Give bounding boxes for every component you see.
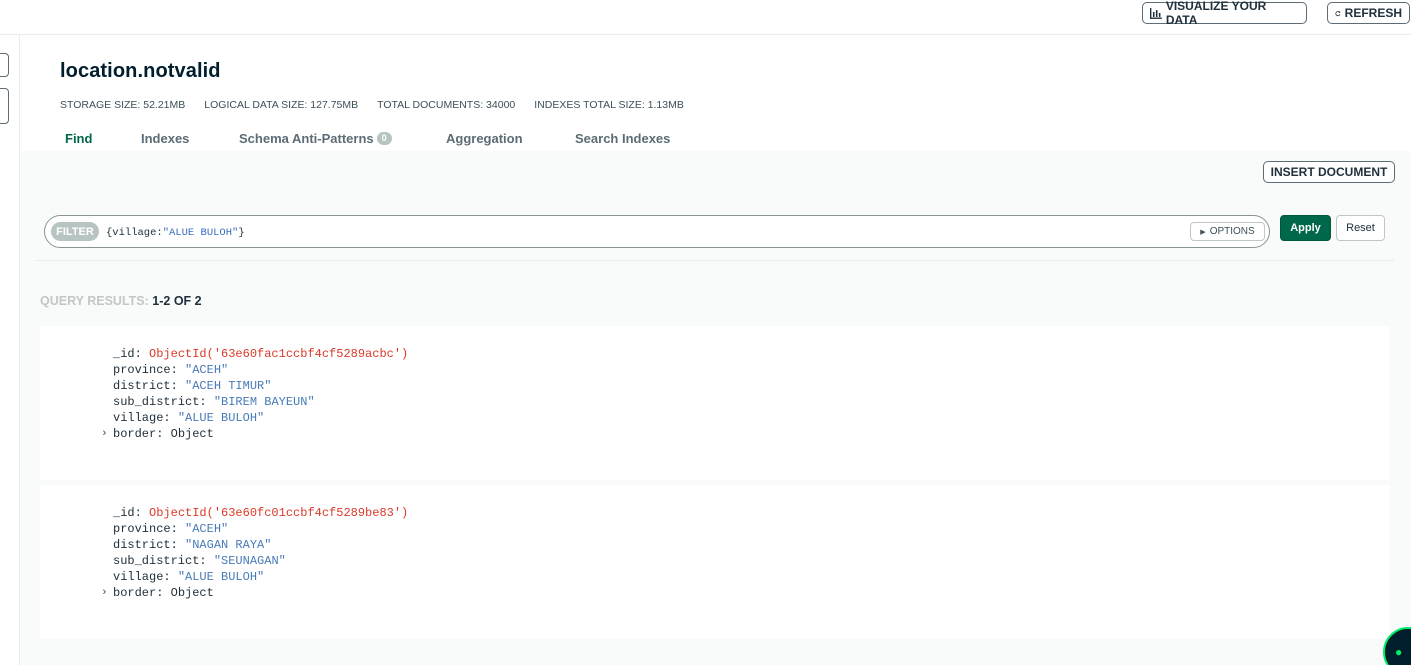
field-value: "ACEH"	[185, 363, 229, 377]
collection-tabs: Find Indexes Schema Anti-Patterns 0 Aggr…	[65, 131, 670, 146]
query-results-label: QUERY RESULTS:	[40, 294, 149, 308]
tab-search-indexes-label: Search Indexes	[575, 131, 671, 146]
logical-data-size: LOGICAL DATA SIZE: 127.75MB	[204, 99, 359, 111]
field-key: _id:	[113, 347, 142, 361]
options-label: OPTIONS	[1209, 226, 1255, 237]
field-key: sub_district:	[113, 554, 207, 568]
filter-bar: FILTER {village: "ALUE BULOH"} ▶ OPTIONS	[44, 215, 1270, 248]
tab-aggregation-label: Aggregation	[446, 131, 523, 146]
field-sub-district: sub_district: "BIREM BAYEUN"	[113, 394, 408, 410]
left-sidebar	[0, 35, 20, 665]
tab-find-label: Find	[65, 131, 93, 146]
collection-title: location.notvalid	[60, 60, 221, 82]
tab-schema-anti-patterns[interactable]: Schema Anti-Patterns 0	[239, 131, 446, 146]
field-border: › border: Object	[101, 426, 408, 442]
visualize-data-label: VISUALIZE YOUR DATA	[1165, 0, 1267, 27]
field-id: _id: ObjectId('63e60fc01ccbf4cf5289be83'…	[113, 505, 408, 521]
field-key: district:	[113, 538, 178, 552]
field-key: district:	[113, 379, 178, 393]
field-village: village: "ALUE BULOH"	[113, 569, 408, 585]
field-value: Object	[170, 586, 214, 600]
field-district: district: "ACEH TIMUR"	[113, 378, 408, 394]
tab-find[interactable]: Find	[65, 131, 141, 146]
field-value: ObjectId('63e60fac1ccbf4cf5289acbc')	[149, 347, 409, 361]
bar-chart-icon	[1150, 7, 1162, 19]
field-value: ObjectId('63e60fc01ccbf4cf5289be83')	[149, 506, 409, 520]
field-sub-district: sub_district: "SEUNAGAN"	[113, 553, 408, 569]
field-border: › border: Object	[101, 585, 408, 601]
field-key: _id:	[113, 506, 142, 520]
document-card[interactable]: _id: ObjectId('63e60fc01ccbf4cf5289be83'…	[40, 485, 1390, 639]
field-key: border:	[113, 586, 164, 600]
field-province: province: "ACEH"	[113, 362, 408, 378]
sidebar-control[interactable]	[0, 88, 9, 124]
reset-button[interactable]: Reset	[1336, 215, 1385, 241]
storage-size: STORAGE SIZE: 52.21MB	[60, 99, 186, 111]
anti-patterns-count-badge: 0	[376, 132, 392, 145]
collection-stats: STORAGE SIZE: 52.21MB LOGICAL DATA SIZE:…	[60, 99, 684, 111]
field-key: village:	[113, 411, 171, 425]
field-value: "ALUE BULOH"	[177, 570, 265, 584]
field-id: _id: ObjectId('63e60fac1ccbf4cf5289acbc'…	[113, 346, 408, 362]
filter-query-value: "ALUE BULOH"	[162, 226, 239, 239]
caret-right-icon: ▶	[1200, 228, 1206, 236]
refresh-label: REFRESH	[1344, 6, 1402, 20]
document-fields: _id: ObjectId('63e60fac1ccbf4cf5289acbc'…	[101, 346, 408, 442]
field-value: "ALUE BULOH"	[177, 411, 265, 425]
filter-query-key: {village:	[106, 226, 163, 239]
assistant-icon: ●	[1395, 645, 1403, 659]
filter-label: FILTER	[51, 222, 99, 241]
tab-indexes[interactable]: Indexes	[141, 131, 239, 146]
top-bar: VISUALIZE YOUR DATA REFRESH	[0, 0, 1411, 35]
field-value: "SEUNAGAN"	[213, 554, 286, 568]
tab-indexes-label: Indexes	[141, 131, 190, 146]
document-fields: _id: ObjectId('63e60fc01ccbf4cf5289be83'…	[101, 505, 408, 601]
field-key: province:	[113, 363, 178, 377]
query-results-summary: QUERY RESULTS: 1-2 OF 2	[40, 294, 202, 308]
options-button[interactable]: ▶ OPTIONS	[1190, 222, 1265, 241]
field-key: border:	[113, 427, 164, 441]
query-results-count: 1-2 OF 2	[152, 294, 202, 308]
tab-aggregation[interactable]: Aggregation	[446, 131, 575, 146]
sidebar-control[interactable]	[0, 53, 9, 77]
refresh-icon	[1335, 10, 1341, 16]
field-key: village:	[113, 570, 171, 584]
field-province: province: "ACEH"	[113, 521, 408, 537]
field-key: province:	[113, 522, 178, 536]
field-value: "BIREM BAYEUN"	[213, 395, 315, 409]
field-value: "NAGAN RAYA"	[185, 538, 272, 552]
apply-button[interactable]: Apply	[1280, 215, 1331, 241]
field-value: "ACEH"	[185, 522, 229, 536]
total-documents: TOTAL DOCUMENTS: 34000	[377, 99, 516, 111]
filter-query-input[interactable]: {village: "ALUE BULOH"}	[106, 223, 1176, 242]
refresh-button[interactable]: REFRESH	[1327, 2, 1410, 24]
tab-search-indexes[interactable]: Search Indexes	[575, 131, 670, 146]
chevron-right-icon[interactable]: ›	[101, 426, 108, 442]
tab-schema-anti-patterns-label: Schema Anti-Patterns	[239, 131, 374, 146]
field-key: sub_district:	[113, 395, 207, 409]
document-card[interactable]: _id: ObjectId('63e60fac1ccbf4cf5289acbc'…	[40, 326, 1390, 480]
field-value: "ACEH TIMUR"	[185, 379, 272, 393]
indexes-total-size: INDEXES TOTAL SIZE: 1.13MB	[534, 99, 684, 111]
divider	[36, 260, 1394, 261]
field-district: district: "NAGAN RAYA"	[113, 537, 408, 553]
filter-query-end: }	[238, 226, 245, 239]
field-value: Object	[170, 427, 214, 441]
field-village: village: "ALUE BULOH"	[113, 410, 408, 426]
documents-panel: INSERT DOCUMENT FILTER {village: "ALUE BU…	[20, 151, 1411, 665]
chevron-right-icon[interactable]: ›	[101, 585, 108, 601]
visualize-data-button[interactable]: VISUALIZE YOUR DATA	[1142, 0, 1307, 27]
insert-document-button[interactable]: INSERT DOCUMENT	[1263, 161, 1395, 183]
